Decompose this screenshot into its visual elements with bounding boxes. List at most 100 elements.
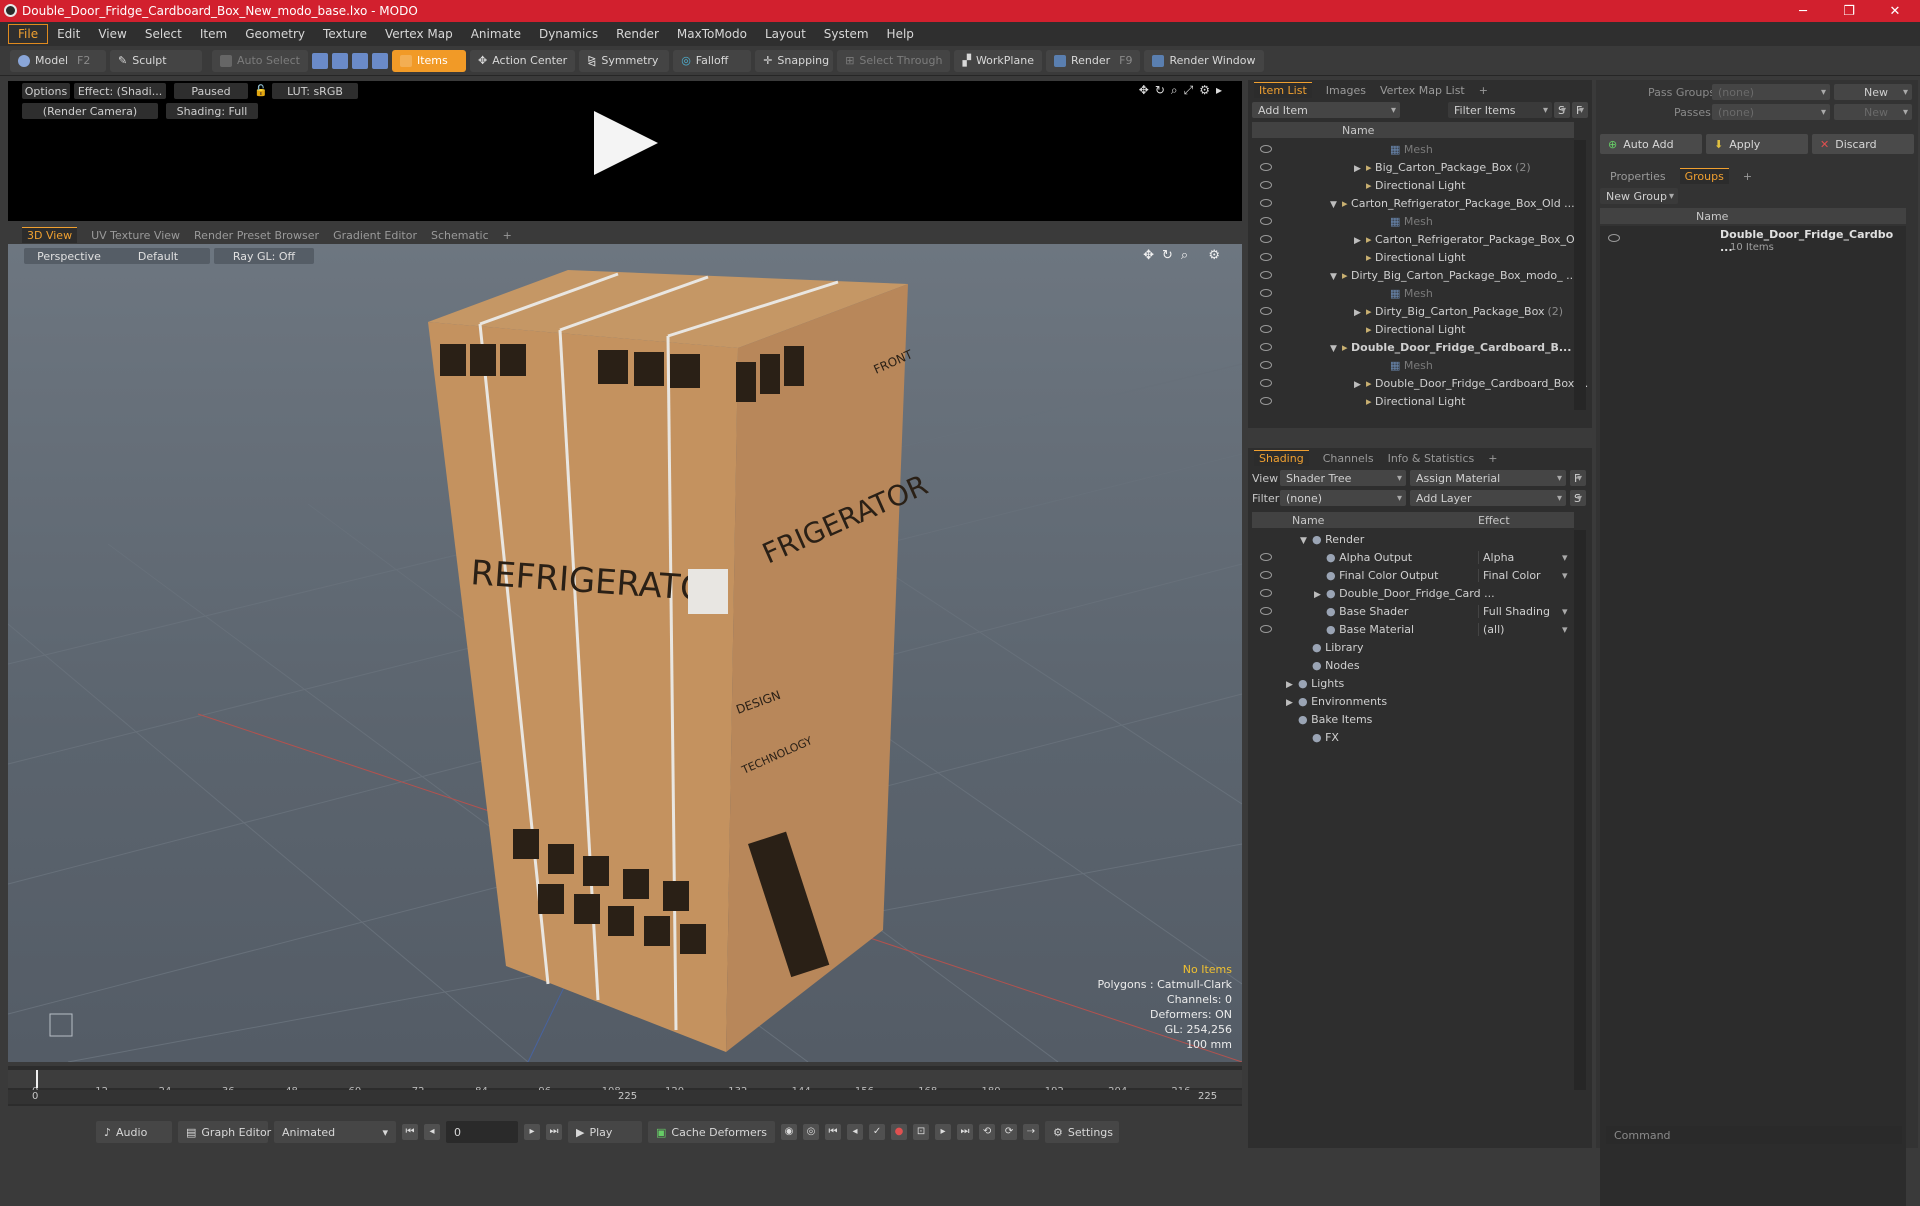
key-icon-9[interactable]: ⟲ bbox=[979, 1124, 996, 1140]
item-list-row[interactable]: ▼ ▸ Carton_Refrigerator_Package_Box_Old .… bbox=[1252, 194, 1575, 212]
add-tab-icon[interactable]: + bbox=[1743, 170, 1752, 183]
filter-s-button[interactable]: S bbox=[1554, 102, 1570, 118]
key-icon-1[interactable]: ◉ bbox=[781, 1124, 798, 1140]
shader-scrollbar[interactable] bbox=[1574, 530, 1586, 1090]
go-end-icon[interactable]: ⏭ bbox=[546, 1124, 562, 1140]
eye-icon[interactable] bbox=[1260, 217, 1272, 225]
shader-effect-dropdown[interactable]: Full Shading bbox=[1478, 604, 1574, 618]
collapse-arrow-icon[interactable]: ▼ bbox=[1330, 272, 1342, 282]
tab-info-statistics[interactable]: Info & Statistics bbox=[1388, 452, 1475, 465]
tab-properties[interactable]: Properties bbox=[1610, 170, 1666, 183]
play-icon[interactable] bbox=[594, 111, 658, 175]
menu-texture[interactable]: Texture bbox=[314, 25, 376, 43]
item-list-row[interactable]: ▶ ▸ Double_Door_Fridge_Cardboard_Box ... bbox=[1252, 374, 1588, 392]
eye-icon[interactable] bbox=[1260, 199, 1272, 207]
audio-button[interactable]: ♪ Audio bbox=[96, 1121, 172, 1143]
menu-edit[interactable]: Edit bbox=[48, 25, 89, 43]
menu-select[interactable]: Select bbox=[136, 25, 191, 43]
item-list-row[interactable]: ▶ ▸ Dirty_Big_Carton_Package_Box (2) bbox=[1252, 302, 1574, 320]
menu-dynamics[interactable]: Dynamics bbox=[530, 25, 607, 43]
eye-icon[interactable] bbox=[1260, 325, 1272, 333]
assign-material-button[interactable]: Assign Material bbox=[1410, 470, 1566, 486]
tab-item-list[interactable]: Item List bbox=[1254, 82, 1312, 98]
shader-tree-row[interactable]: ● Final Color Output Final Color ▾ bbox=[1252, 566, 1574, 584]
pass-groups-dropdown[interactable]: (none) bbox=[1712, 84, 1830, 100]
expand-arrow-icon[interactable]: ▶ bbox=[1286, 680, 1298, 690]
eye-icon[interactable] bbox=[1260, 571, 1272, 579]
settings-button[interactable]: ⚙ Settings bbox=[1045, 1121, 1120, 1143]
filter-f-button[interactable]: F bbox=[1572, 102, 1588, 118]
model-mode-button[interactable]: Model F2 bbox=[10, 49, 106, 72]
collapse-arrow-icon[interactable]: ▼ bbox=[1300, 536, 1312, 546]
preview-nav-icons[interactable]: ✥↻⌕⤢⚙▸ bbox=[1139, 83, 1228, 98]
graph-editor-button[interactable]: ▤ Graph Editor bbox=[178, 1121, 271, 1143]
view-dropdown[interactable]: Shader Tree bbox=[1280, 470, 1406, 486]
add-item-dropdown[interactable]: Add Item bbox=[1252, 102, 1400, 118]
key-icon-7[interactable]: ▸ bbox=[935, 1124, 952, 1140]
eye-icon[interactable] bbox=[1260, 253, 1272, 261]
menu-vertex-map[interactable]: Vertex Map bbox=[376, 25, 462, 43]
item-list-row[interactable]: ▶ ▸ Big_Carton_Package_Box (2) bbox=[1252, 158, 1574, 176]
tab-shading[interactable]: Shading bbox=[1254, 450, 1309, 466]
shader-effect-dropdown[interactable]: (all) bbox=[1478, 622, 1574, 636]
key-icon-5[interactable]: ✓ bbox=[869, 1124, 886, 1140]
key-icon-8[interactable]: ⏭ bbox=[957, 1124, 974, 1140]
auto-add-button[interactable]: ⊕ Auto Add bbox=[1600, 134, 1702, 154]
add-tab-icon[interactable]: + bbox=[1479, 84, 1488, 97]
expand-arrow-icon[interactable]: ▶ bbox=[1354, 380, 1366, 390]
tab-uv-texture-view[interactable]: UV Texture View bbox=[91, 229, 180, 242]
tab-gradient-editor[interactable]: Gradient Editor bbox=[333, 229, 417, 242]
menu-animate[interactable]: Animate bbox=[462, 25, 530, 43]
close-button[interactable]: ✕ bbox=[1872, 0, 1918, 22]
shading-s-button[interactable]: S bbox=[1570, 490, 1586, 506]
menu-render[interactable]: Render bbox=[607, 25, 668, 43]
eye-icon[interactable] bbox=[1260, 271, 1272, 279]
item-list-row[interactable]: ▦ Mesh bbox=[1252, 212, 1574, 230]
item-list-row[interactable]: ▶ ▸ Carton_Refrigerator_Package_Box_O... bbox=[1252, 230, 1585, 248]
item-list-scrollbar[interactable] bbox=[1574, 140, 1586, 410]
filter-items-input[interactable]: Filter Items bbox=[1448, 102, 1552, 118]
expand-arrow-icon[interactable]: ▶ bbox=[1354, 236, 1366, 246]
time-cursor[interactable] bbox=[36, 1070, 38, 1088]
add-layer-dropdown[interactable]: Add Layer bbox=[1410, 490, 1566, 506]
shader-effect-dropdown[interactable]: Final Color bbox=[1478, 568, 1574, 582]
eye-icon[interactable] bbox=[1260, 553, 1272, 561]
shader-tree-row[interactable]: ● Base Shader Full Shading ▾ bbox=[1252, 602, 1574, 620]
menu-help[interactable]: Help bbox=[878, 25, 923, 43]
eye-icon[interactable] bbox=[1260, 163, 1272, 171]
shader-tree-row[interactable]: ● Nodes bbox=[1252, 656, 1574, 674]
shader-tree-row[interactable]: ▶ ● Double_Door_Fridge_Card ... bbox=[1252, 584, 1574, 602]
frame-input[interactable]: 0 bbox=[446, 1121, 518, 1143]
item-list-row[interactable]: ▼ ▸ Dirty_Big_Carton_Package_Box_modo_ ..… bbox=[1252, 266, 1577, 284]
materials-icon[interactable] bbox=[371, 52, 388, 69]
action-center-button[interactable]: ✥ Action Center bbox=[469, 49, 576, 72]
play-button[interactable]: ▶ Play bbox=[568, 1121, 642, 1143]
menu-layout[interactable]: Layout bbox=[756, 25, 815, 43]
item-list-row[interactable]: ▸ Directional Light bbox=[1252, 248, 1574, 266]
eye-icon[interactable] bbox=[1260, 379, 1272, 387]
render-window-button[interactable]: Render Window bbox=[1144, 49, 1264, 72]
shader-tree-row[interactable]: ● Library bbox=[1252, 638, 1574, 656]
eye-icon[interactable] bbox=[1260, 235, 1272, 243]
lock-icon[interactable]: 🔓 bbox=[254, 84, 268, 97]
animated-dropdown[interactable]: Animated ▾ bbox=[274, 1121, 396, 1143]
cache-deformers-button[interactable]: ▣ Cache Deformers bbox=[648, 1121, 776, 1143]
expand-arrow-icon[interactable]: ▶ bbox=[1354, 164, 1366, 174]
shading-filter-dropdown[interactable]: (none) bbox=[1280, 490, 1406, 506]
key-icon-3[interactable]: ⏮ bbox=[825, 1124, 842, 1140]
item-list-row[interactable]: ▸ Directional Light bbox=[1252, 320, 1574, 338]
shader-tree-row[interactable]: ▶ ● Environments bbox=[1252, 692, 1574, 710]
menu-file[interactable]: File bbox=[8, 24, 49, 44]
shading-dropdown[interactable]: Shading: Full bbox=[166, 103, 258, 119]
shader-tree-row[interactable]: ● FX bbox=[1252, 728, 1574, 746]
shader-effect-dropdown[interactable]: Alpha bbox=[1478, 550, 1574, 564]
menu-geometry[interactable]: Geometry bbox=[236, 25, 314, 43]
tab-images[interactable]: Images bbox=[1326, 84, 1366, 97]
menu-view[interactable]: View bbox=[89, 25, 135, 43]
menu-item[interactable]: Item bbox=[191, 25, 236, 43]
expand-arrow-icon[interactable]: ▶ bbox=[1354, 308, 1366, 318]
item-list-row[interactable]: ▦ Mesh bbox=[1252, 140, 1574, 158]
items-mode-button[interactable]: Items bbox=[391, 49, 466, 72]
render-button[interactable]: Render F9 bbox=[1045, 49, 1141, 72]
tab-channels[interactable]: Channels bbox=[1323, 452, 1374, 465]
